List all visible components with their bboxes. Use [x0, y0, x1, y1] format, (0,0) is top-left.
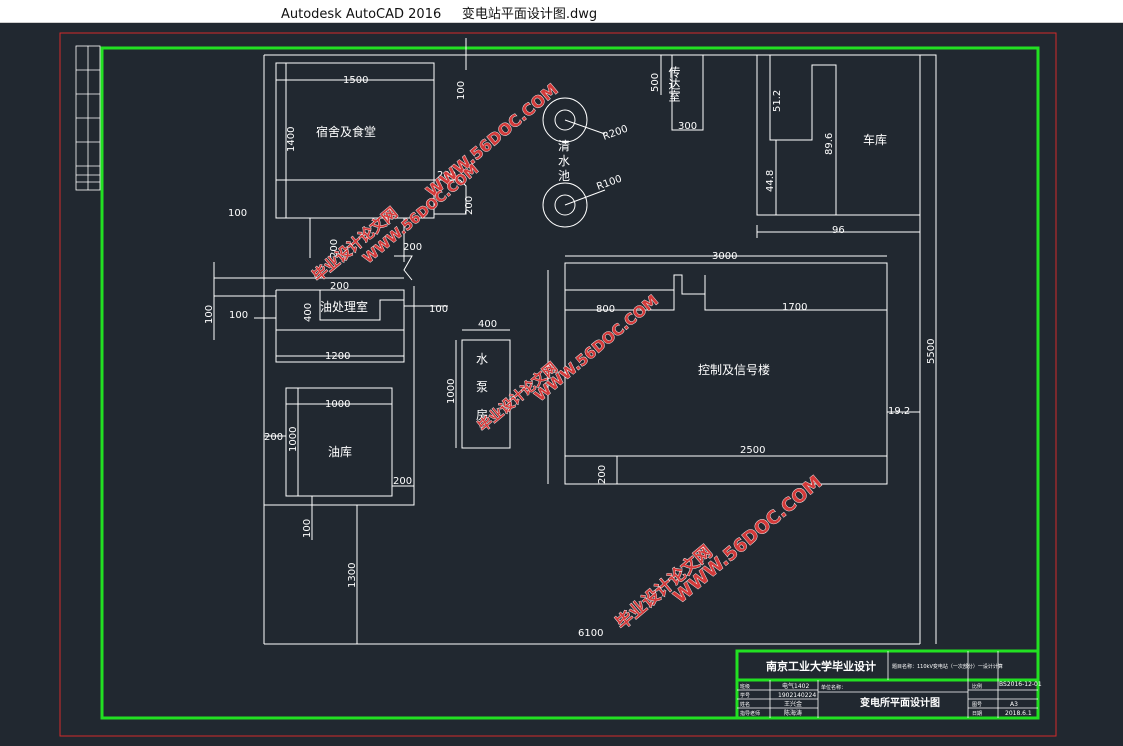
tb-scale-label: 比例 — [972, 683, 982, 690]
watermark-url-4: WWW.56DOC.COM — [670, 472, 827, 608]
tb-unit-label: 单位名称： — [821, 684, 846, 691]
dim-200-d: 200 — [403, 242, 422, 253]
dim-6100: 6100 — [578, 628, 603, 639]
dim-1200: 1200 — [325, 351, 350, 362]
dim-19-2: 19.2 — [888, 406, 910, 417]
dim-5500: 5500 — [926, 339, 937, 364]
dim-400-pump: 400 — [478, 319, 497, 330]
tb-date-label: 日期 — [972, 711, 982, 717]
dim-100-bottom: 100 — [302, 519, 313, 538]
room-dorm: 宿舍及食堂 — [316, 124, 376, 139]
dim-51-2: 51.2 — [772, 90, 783, 112]
dim-1500: 1500 — [343, 75, 368, 86]
dim-1300: 1300 — [347, 563, 358, 588]
dim-1000-h: 1000 — [288, 427, 299, 452]
dim-400-oil: 400 — [303, 303, 314, 322]
tb-date-value: 2018.6.1 — [1005, 710, 1032, 717]
tb-sheet-value: A3 — [1010, 701, 1018, 708]
window-title: Autodesk AutoCAD 2016 变电站平面设计图.dwg — [281, 7, 598, 22]
left-margin-table — [75, 45, 101, 191]
dim-r100: R100 — [595, 174, 623, 193]
dim-2500: 2500 — [740, 445, 765, 456]
dim-200-oilstore-right: 200 — [393, 476, 412, 487]
dim-800: 800 — [596, 304, 615, 315]
tb-r1-label: 班级 — [740, 683, 750, 690]
dim-96: 96 — [832, 225, 845, 236]
room-control: 控制及信号楼 — [698, 362, 770, 377]
dim-200-oilstore-left: 200 — [264, 432, 283, 443]
dim-200-ctrl: 200 — [597, 465, 608, 484]
room-guard: 传达室 — [667, 65, 681, 102]
dim-200-b: 200 — [464, 196, 475, 215]
dim-100-vert: 100 — [204, 305, 215, 324]
tb-r4-value: 陈海涛 — [784, 709, 802, 717]
tb-subject: 题目名称：110kV变电站（一次部分）一设计计算 — [892, 663, 1003, 670]
tb-sheet-label: 图号 — [972, 702, 982, 708]
dim-300: 300 — [678, 121, 697, 132]
dim-1000-pump: 1000 — [446, 379, 457, 404]
pool-label-2: 水 — [558, 154, 570, 168]
tb-r3-label: 姓名 — [740, 701, 750, 708]
tb-r4-label: 指导老师 — [740, 710, 760, 717]
tb-r2-label: 学号 — [740, 692, 750, 699]
room-oil-treatment: 油处理室 — [320, 299, 368, 314]
dim-100-top: 100 — [456, 81, 467, 100]
room-pump-1: 水 — [476, 352, 488, 366]
window-titlebar: Autodesk AutoCAD 2016 变电站平面设计图.dwg — [0, 0, 1123, 23]
dim-89-6: 89.6 — [824, 133, 835, 155]
dim-r200: R200 — [601, 124, 629, 143]
drawing-svg: 宿舍及食堂 传达室 车库 油处理室 油库 控制及信号楼 水 泵 房 清 水 池 … — [59, 32, 1057, 737]
pool-label-3: 池 — [558, 169, 570, 183]
room-garage: 车库 — [863, 132, 887, 147]
tb-school: 南京工业大学毕业设计 — [766, 659, 876, 673]
dim-1400: 1400 — [286, 127, 297, 152]
pool-label-1: 清 — [558, 139, 570, 153]
dim-100-oil-left: 100 — [229, 310, 248, 321]
dim-44-8: 44.8 — [765, 170, 776, 192]
watermark-url-1: WWW.56DOC.COM — [422, 80, 561, 201]
dim-1700: 1700 — [782, 302, 807, 313]
tb-r1-value: 电气1402 — [782, 682, 809, 690]
dim-100-oil-right: 100 — [429, 304, 448, 315]
dim-3000: 3000 — [712, 251, 737, 262]
tb-drawing-title: 变电所平面设计图 — [860, 696, 940, 709]
tb-drawing-no: BS2016-12-01 — [999, 681, 1042, 688]
cad-drawing-canvas[interactable]: 宿舍及食堂 传达室 车库 油处理室 油库 控制及信号楼 水 泵 房 清 水 池 … — [0, 22, 1123, 746]
dim-1000-w: 1000 — [325, 399, 350, 410]
room-oil-storage: 油库 — [328, 444, 352, 459]
dim-100-left: 100 — [228, 208, 247, 219]
tb-r3-value: 王兴金 — [784, 700, 802, 708]
tb-r2-value: 1902140224 — [778, 692, 816, 699]
room-pump-2: 泵 — [476, 380, 488, 394]
dim-500: 500 — [650, 73, 661, 92]
dim-200-e: 200 — [330, 281, 349, 292]
